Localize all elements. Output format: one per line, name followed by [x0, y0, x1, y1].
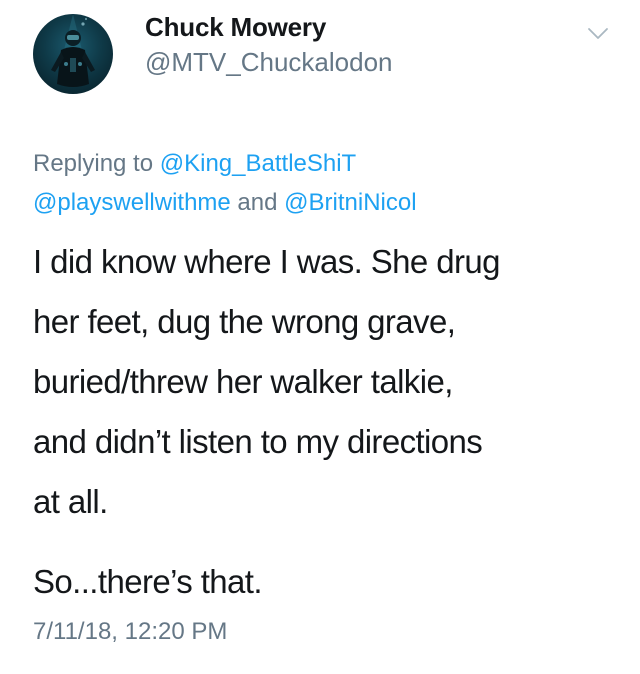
tweet-text-line: and didn’t listen to my directions — [33, 423, 483, 460]
tweet-text-paragraph: So...there’s that. — [33, 563, 263, 600]
tweet-text: I did know where I was. She drug her fee… — [33, 232, 623, 612]
scuba-diver-icon — [51, 14, 95, 87]
reply-conjunction: and — [230, 189, 285, 216]
reply-prefix: Replying to — [33, 150, 160, 177]
tweet-text-line: buried/threw her walker talkie, — [33, 363, 453, 400]
avatar[interactable] — [33, 14, 113, 94]
display-name[interactable]: Chuck Mowery — [145, 12, 326, 43]
timestamp[interactable]: 7/11/18, 12:20 PM — [33, 618, 227, 646]
tweet: Chuck Mowery @MTV_Chuckalodon Replying t… — [0, 0, 640, 674]
tweet-text-line: at all. — [33, 483, 108, 520]
user-handle[interactable]: @MTV_Chuckalodon — [145, 47, 393, 78]
reply-context: Replying to @King_BattleShiT @playswellw… — [33, 144, 623, 222]
mention-link[interactable]: @playswellwithme — [33, 189, 231, 216]
tweet-text-line: I did know where I was. She drug — [33, 243, 500, 280]
tweet-text-line: her feet, dug the wrong grave, — [33, 303, 456, 340]
chevron-down-icon[interactable] — [585, 20, 611, 46]
mention-link[interactable]: @BritniNicol — [284, 189, 416, 216]
mention-link[interactable]: @King_BattleShiT — [160, 150, 356, 177]
